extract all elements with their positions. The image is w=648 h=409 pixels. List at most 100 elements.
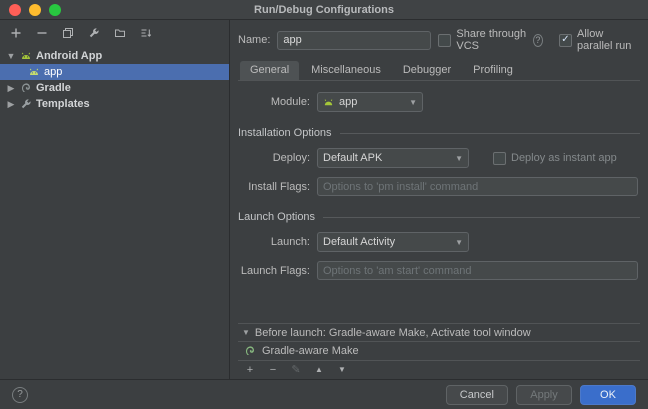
allow-parallel-run-checkbox[interactable]: ✓ Allow parallel run bbox=[559, 28, 640, 52]
launch-flags-label: Launch Flags: bbox=[238, 265, 310, 277]
install-flags-input[interactable] bbox=[317, 177, 638, 196]
launch-dropdown[interactable]: Default Activity ▼ bbox=[317, 232, 469, 252]
top-right-options: Share through VCS ? ✓ Allow parallel run bbox=[438, 28, 640, 52]
tab-miscellaneous[interactable]: Miscellaneous bbox=[301, 61, 391, 80]
tab-bar: General Miscellaneous Debugger Profiling bbox=[238, 61, 640, 80]
tree-item-label: Android App bbox=[36, 50, 102, 62]
before-launch-item-gradle-make[interactable]: Gradle-aware Make bbox=[238, 342, 640, 360]
module-label: Module: bbox=[238, 96, 310, 108]
before-launch-header[interactable]: ▼ Before launch: Gradle-aware Make, Acti… bbox=[238, 324, 640, 341]
tab-debugger[interactable]: Debugger bbox=[393, 61, 461, 80]
remove-task-button[interactable]: − bbox=[267, 365, 279, 376]
module-dropdown[interactable]: app ▼ bbox=[317, 92, 423, 112]
titlebar: Run/Debug Configurations bbox=[0, 0, 648, 20]
wrench-icon bbox=[20, 98, 32, 110]
sort-icon bbox=[140, 27, 152, 39]
install-flags-row: Install Flags: bbox=[238, 177, 640, 196]
chevron-right-icon: ▶ bbox=[6, 83, 16, 94]
folder-icon bbox=[114, 27, 126, 39]
help-button[interactable]: ? bbox=[12, 387, 28, 403]
remove-configuration-button[interactable] bbox=[34, 25, 50, 41]
launch-label: Launch: bbox=[238, 236, 310, 248]
chevron-down-icon: ▼ bbox=[449, 154, 463, 163]
copy-icon bbox=[62, 27, 74, 39]
tabs-separator bbox=[238, 80, 640, 81]
launch-flags-input[interactable] bbox=[317, 261, 638, 280]
tree-item-gradle[interactable]: ▶ Gradle bbox=[0, 80, 229, 96]
spacer bbox=[238, 280, 640, 323]
tree-item-templates[interactable]: ▶ Templates bbox=[0, 96, 229, 112]
add-task-button[interactable]: + bbox=[244, 365, 256, 376]
tree-item-app[interactable]: app bbox=[0, 64, 229, 80]
move-task-up-button[interactable]: ▲ bbox=[313, 366, 325, 374]
checkbox-unchecked-icon bbox=[438, 34, 451, 47]
run-debug-configurations-dialog: Run/Debug Configurations bbox=[0, 0, 648, 409]
checkbox-unchecked-icon bbox=[493, 152, 506, 165]
launch-options-title: Launch Options bbox=[238, 211, 315, 223]
gradle-icon bbox=[20, 82, 32, 94]
section-divider bbox=[340, 133, 640, 134]
dialog-body: ▼ Android App app ▶ Gradle ▶ Templates bbox=[0, 20, 648, 379]
minus-icon bbox=[36, 27, 48, 39]
android-icon bbox=[28, 66, 40, 78]
tree-item-android-app[interactable]: ▼ Android App bbox=[0, 48, 229, 64]
move-task-down-button[interactable]: ▼ bbox=[336, 366, 348, 374]
deploy-dropdown[interactable]: Default APK ▼ bbox=[317, 148, 469, 168]
launch-row: Launch: Default Activity ▼ bbox=[238, 232, 640, 252]
tree-item-label: Gradle bbox=[36, 82, 71, 94]
android-icon bbox=[20, 50, 32, 62]
cancel-button[interactable]: Cancel bbox=[446, 385, 508, 405]
add-configuration-button[interactable] bbox=[8, 25, 24, 41]
section-divider bbox=[323, 217, 640, 218]
edit-task-button[interactable]: ✎ bbox=[290, 365, 302, 376]
traffic-lights bbox=[9, 4, 61, 16]
checkbox-checked-icon: ✓ bbox=[559, 34, 572, 47]
before-launch-panel: ▼ Before launch: Gradle-aware Make, Acti… bbox=[238, 323, 640, 379]
configuration-editor: Name: Share through VCS ? ✓ Allow parall… bbox=[230, 20, 648, 379]
module-value: app bbox=[339, 96, 357, 108]
wrench-icon bbox=[88, 27, 100, 39]
window-title: Run/Debug Configurations bbox=[254, 4, 394, 16]
name-label: Name: bbox=[238, 34, 270, 46]
vcs-help-icon[interactable]: ? bbox=[533, 34, 543, 47]
edit-templates-button[interactable] bbox=[86, 25, 102, 41]
installation-options-title: Installation Options bbox=[238, 127, 332, 139]
copy-configuration-button[interactable] bbox=[60, 25, 76, 41]
zoom-window-button[interactable] bbox=[49, 4, 61, 16]
launch-value: Default Activity bbox=[323, 236, 395, 248]
plus-icon bbox=[10, 27, 22, 39]
close-window-button[interactable] bbox=[9, 4, 21, 16]
deploy-as-instant-app-checkbox[interactable]: Deploy as instant app bbox=[493, 152, 617, 165]
chevron-down-icon: ▼ bbox=[403, 98, 417, 107]
before-launch-title: Before launch: Gradle-aware Make, Activa… bbox=[255, 327, 531, 339]
launch-flags-row: Launch Flags: bbox=[238, 261, 640, 280]
tree-item-label: Templates bbox=[36, 98, 90, 110]
chevron-down-icon: ▼ bbox=[449, 238, 463, 247]
module-android-icon bbox=[323, 97, 334, 108]
apply-button[interactable]: Apply bbox=[516, 385, 572, 405]
deploy-label: Deploy: bbox=[238, 152, 310, 164]
share-through-vcs-checkbox[interactable]: Share through VCS ? bbox=[438, 28, 543, 52]
minimize-window-button[interactable] bbox=[29, 4, 41, 16]
tab-profiling[interactable]: Profiling bbox=[463, 61, 523, 80]
share-through-vcs-label: Share through VCS bbox=[456, 28, 527, 52]
configurations-tree: ▼ Android App app ▶ Gradle ▶ Templates bbox=[0, 46, 229, 379]
dialog-footer: ? Cancel Apply OK bbox=[0, 379, 648, 409]
chevron-down-icon: ▼ bbox=[242, 328, 250, 337]
tab-general[interactable]: General bbox=[240, 61, 299, 80]
install-flags-label: Install Flags: bbox=[238, 181, 310, 193]
launch-options-section: Launch Options bbox=[238, 211, 640, 223]
configurations-sidebar: ▼ Android App app ▶ Gradle ▶ Templates bbox=[0, 20, 230, 379]
name-input[interactable] bbox=[277, 31, 431, 50]
sidebar-toolbar bbox=[0, 20, 229, 46]
deploy-as-instant-app-label: Deploy as instant app bbox=[511, 152, 617, 164]
before-launch-list: Gradle-aware Make bbox=[238, 341, 640, 361]
tree-item-label: app bbox=[44, 66, 62, 78]
before-launch-item-label: Gradle-aware Make bbox=[262, 345, 359, 357]
sort-configurations-button[interactable] bbox=[138, 25, 154, 41]
deploy-value: Default APK bbox=[323, 152, 382, 164]
create-folder-button[interactable] bbox=[112, 25, 128, 41]
installation-options-section: Installation Options bbox=[238, 127, 640, 139]
ok-button[interactable]: OK bbox=[580, 385, 636, 405]
allow-parallel-run-label: Allow parallel run bbox=[577, 28, 640, 52]
